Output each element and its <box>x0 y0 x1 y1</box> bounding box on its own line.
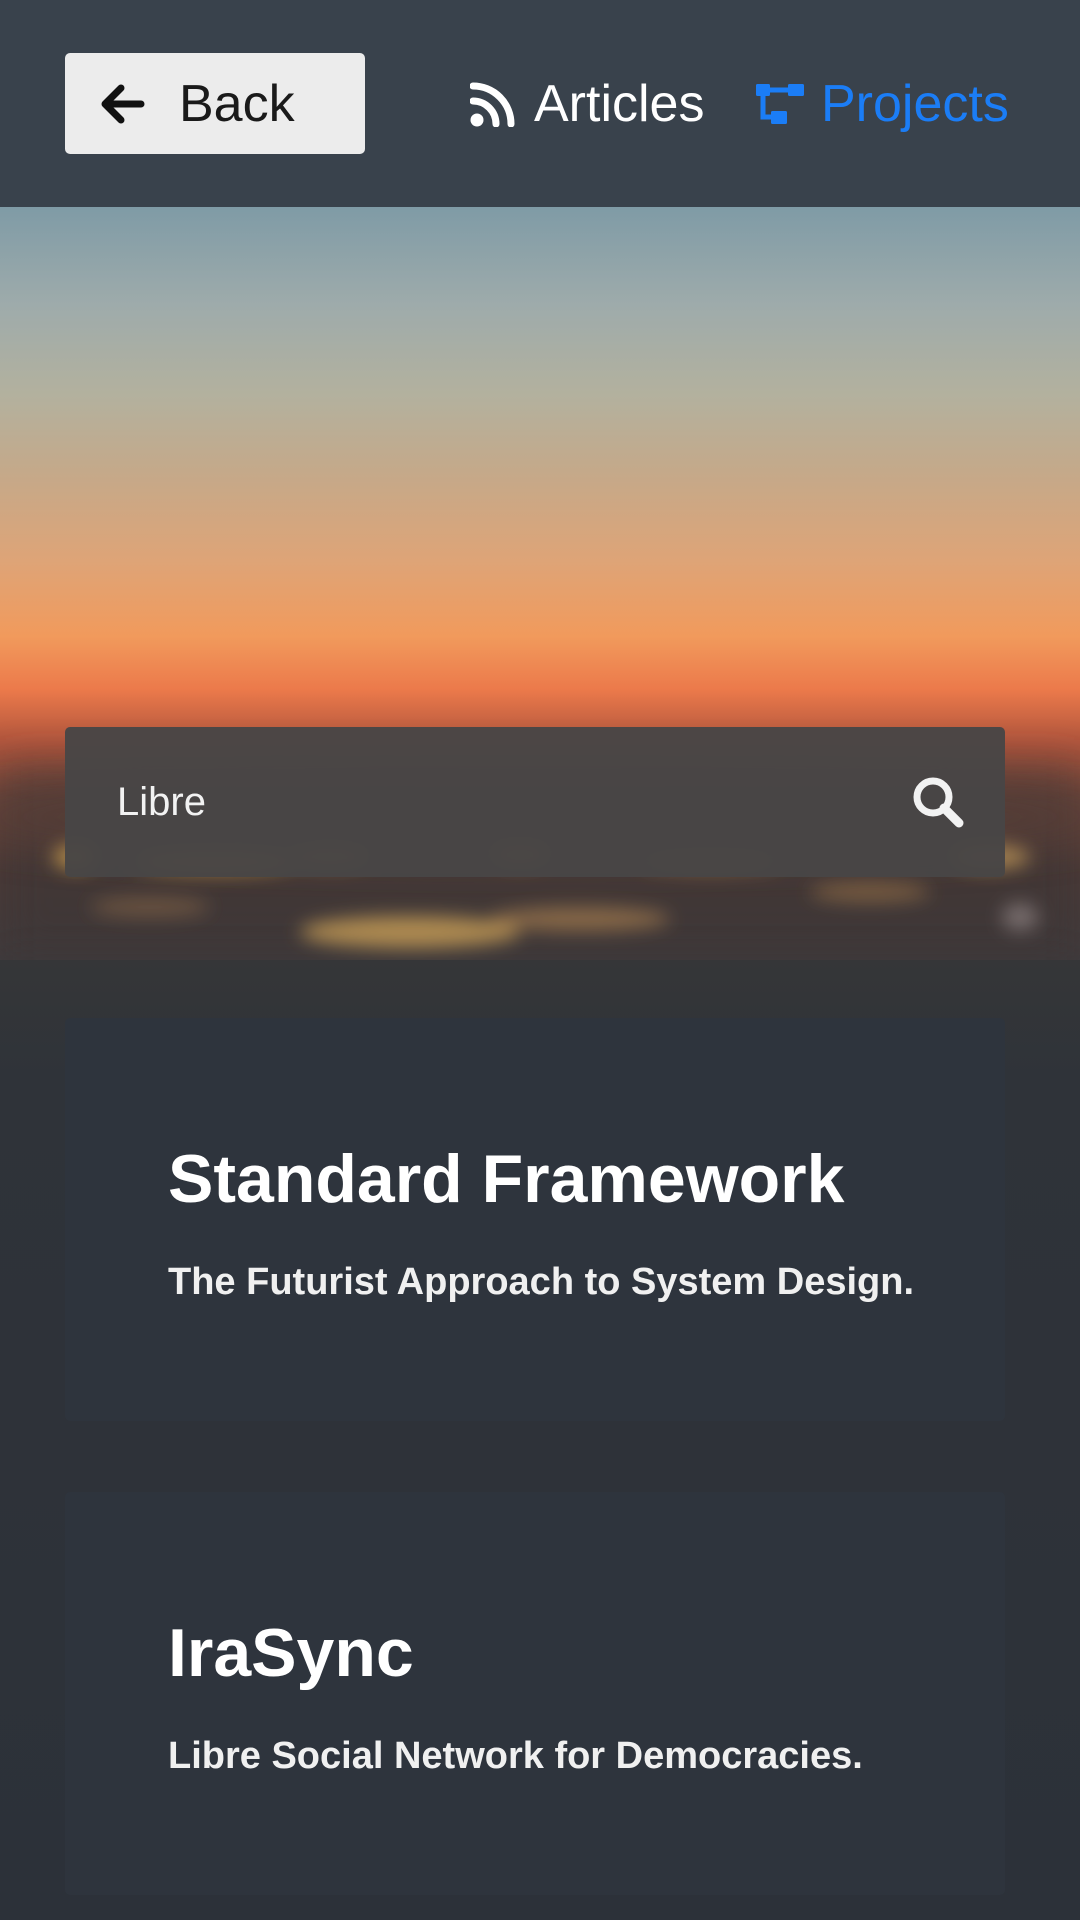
hero-background <box>0 207 1080 960</box>
back-button-label: Back <box>179 74 295 133</box>
project-title: IraSync <box>168 1615 414 1691</box>
rss-icon <box>468 79 518 129</box>
project-description: The Futurist Approach to System Design. <box>168 1261 915 1303</box>
search-input[interactable] <box>117 779 909 825</box>
search-icon[interactable] <box>909 773 967 831</box>
arrow-left-icon <box>95 76 151 132</box>
nav-link-articles[interactable]: Articles <box>468 70 704 138</box>
search-bar <box>65 727 1005 877</box>
project-card[interactable]: IraSync Libre Social Network for Democra… <box>65 1492 1005 1895</box>
top-navigation-bar: Back Articles Projects <box>0 0 1080 207</box>
nav-link-articles-label: Articles <box>534 75 705 133</box>
sitemap-icon <box>755 79 805 129</box>
project-title: Standard Framework <box>168 1141 845 1217</box>
project-description: Libre Social Network for Democracies. <box>168 1735 863 1777</box>
nav-link-projects-label: Projects <box>821 75 1009 133</box>
project-card[interactable]: Standard Framework The Futurist Approach… <box>65 1018 1005 1421</box>
nav-link-projects[interactable]: Projects <box>755 70 1009 138</box>
back-button[interactable]: Back <box>65 53 365 154</box>
